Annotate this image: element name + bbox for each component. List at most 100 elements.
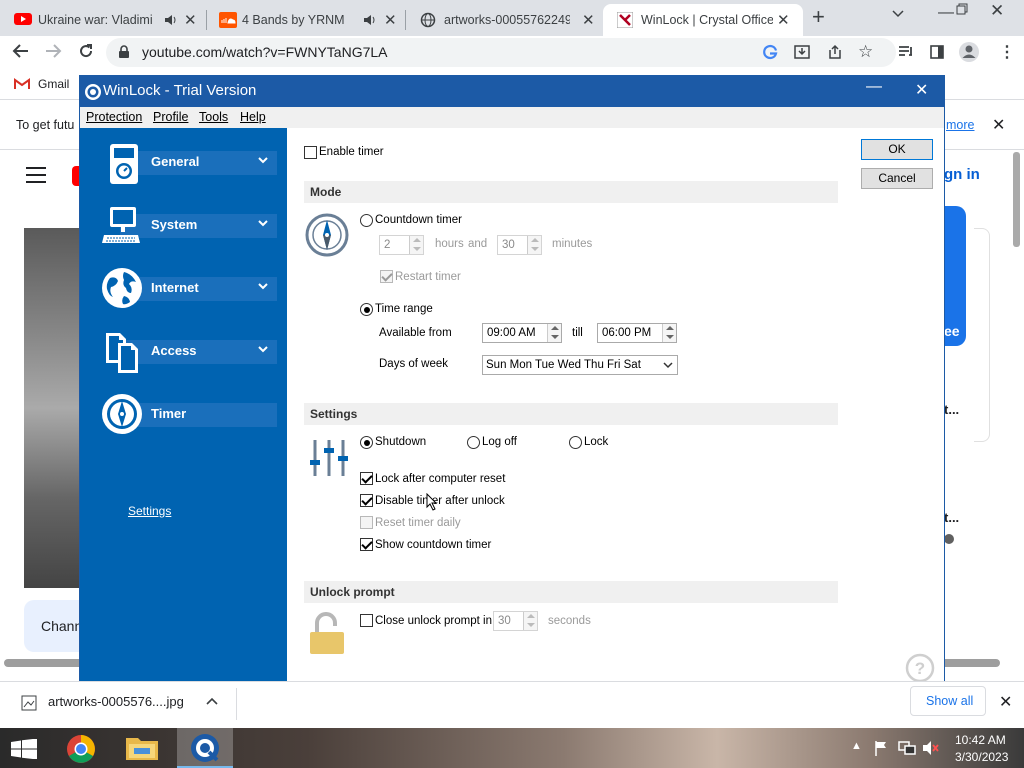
dialog-minimize-icon[interactable]: — [866,78,882,96]
nav-timer[interactable]: Timer [92,390,277,440]
close-unlock-prompt-checkbox[interactable] [360,614,373,627]
speaker-icon[interactable] [163,13,177,27]
image-file-icon [21,695,37,711]
restore-icon[interactable] [956,3,968,15]
restart-timer-label: Restart timer [395,271,461,283]
restart-timer-checkbox[interactable] [380,270,393,283]
lock-icon[interactable] [118,45,130,59]
logoff-radio[interactable] [467,436,480,449]
url-text[interactable]: youtube.com/watch?v=FWNYTaNG7LA [142,44,388,60]
winlock-dialog: WinLock - Trial Version — ✕ Protection P… [79,75,945,692]
windows-start-icon[interactable] [11,739,37,759]
nav-general[interactable]: General [92,138,277,188]
chrome-taskbar-icon[interactable] [62,732,100,766]
channel-chip[interactable]: Chann [24,600,82,652]
cancel-button[interactable]: Cancel [861,168,933,189]
globe-icon [100,266,144,310]
tab-artworks[interactable]: artworks-000557622495- ✕ [406,4,602,36]
files-icon [104,331,142,375]
tab-search-icon[interactable] [892,10,904,18]
time-range-radio[interactable] [360,303,373,316]
winlock-taskbar-button[interactable] [177,728,233,768]
nav-system[interactable]: System [92,201,277,251]
help-icon[interactable]: ? [905,653,935,683]
back-icon[interactable] [12,43,30,59]
from-time-picker[interactable]: 09:00 AM [482,323,562,343]
dialog-menubar: Protection Profile Tools Help [80,107,944,128]
minutes-stepper[interactable]: 30 [497,235,542,255]
menu-profile[interactable]: Profile [153,110,188,124]
download-filename[interactable]: artworks-0005576....jpg [48,694,184,709]
show-all-button[interactable]: Show all [910,686,986,716]
speaker-icon[interactable] [362,13,376,27]
volume-muted-icon[interactable] [922,740,940,756]
close-download-shelf-icon[interactable]: ✕ [999,692,1012,712]
video-player[interactable] [24,228,80,588]
tab-ukraine-war[interactable]: Ukraine war: Vladimi ✕ [0,4,206,36]
menu-help[interactable]: Help [240,110,266,124]
padlock-open-icon [309,612,345,656]
file-explorer-icon[interactable] [124,734,160,762]
nav-label: Access [151,343,197,358]
mouse-cursor-icon [426,493,438,511]
ok-button[interactable]: OK [861,139,933,160]
tab-4-bands[interactable]: 4 Bands by YRNM ✕ [207,4,405,36]
lock-after-reset-label: Lock after computer reset [375,473,506,485]
menu-protection[interactable]: Protection [86,110,142,124]
close-window-icon[interactable]: ✕ [990,1,1004,21]
show-hidden-icons[interactable]: ▲ [851,740,862,752]
chevron-up-icon[interactable] [206,697,218,705]
taskbar: ▲ 10:42 AM 3/30/2023 [0,728,1024,768]
bookmark-gmail[interactable]: Gmail [38,77,69,91]
new-tab-icon[interactable]: + [812,4,825,30]
countdown-timer-label: Countdown timer [375,214,462,226]
till-time-picker[interactable]: 06:00 PM [597,323,677,343]
chrome-menu-icon[interactable]: ⋮ [999,42,1015,62]
disable-timer-checkbox[interactable] [360,494,373,507]
tab-winlock[interactable]: WinLock | Crystal Office ✕ [603,4,803,36]
close-tab-icon[interactable]: ✕ [582,11,595,29]
forward-icon[interactable] [44,43,62,59]
close-tab-icon[interactable]: ✕ [777,11,790,29]
network-icon[interactable] [898,740,916,756]
clock-date[interactable]: 3/30/2023 [955,750,1008,764]
menu-tools[interactable]: Tools [199,110,228,124]
nav-settings-link[interactable]: Settings [128,504,171,518]
close-infobar-icon[interactable]: ✕ [992,115,1005,135]
lock-radio[interactable] [569,436,582,449]
minimize-icon[interactable]: — [938,4,954,22]
dialog-close-icon[interactable]: ✕ [915,80,928,100]
video-title[interactable]: t... [944,510,959,525]
show-countdown-checkbox[interactable] [360,538,373,551]
days-of-week-select[interactable]: Sun Mon Tue Wed Thu Fri Sat [482,355,678,375]
reload-icon[interactable] [77,42,95,60]
reset-timer-daily-checkbox[interactable] [360,516,373,529]
clock-time[interactable]: 10:42 AM [955,733,1006,747]
sliders-icon [309,438,349,478]
video-title[interactable]: t... [944,402,959,417]
share-icon[interactable] [826,44,842,60]
flag-icon[interactable] [874,740,888,756]
close-tab-icon[interactable]: ✕ [184,11,197,29]
enable-timer-checkbox[interactable] [304,146,317,159]
install-icon[interactable] [794,44,810,60]
hours-stepper[interactable]: 2 [379,235,424,255]
profile-avatar-icon[interactable] [958,41,980,63]
page-scrollbar[interactable] [1013,152,1020,247]
media-control-icon[interactable] [898,45,914,59]
sign-in-button[interactable]: gn in [944,166,980,183]
lock-after-reset-checkbox[interactable] [360,472,373,485]
hamburger-icon[interactable] [26,167,46,183]
minutes-label: minutes [552,238,593,250]
learn-more-link[interactable]: more [946,118,974,132]
winlock-taskbar-icon [189,732,221,764]
countdown-timer-radio[interactable] [360,214,373,227]
nav-access[interactable]: Access [92,327,277,377]
seconds-stepper[interactable]: 30 [493,611,538,631]
nav-internet[interactable]: Internet [92,264,277,314]
shutdown-radio[interactable] [360,436,373,449]
close-tab-icon[interactable]: ✕ [384,11,397,29]
google-lens-icon[interactable] [762,44,778,60]
bookmark-star-icon[interactable]: ☆ [858,42,873,62]
side-panel-icon[interactable] [930,45,944,59]
